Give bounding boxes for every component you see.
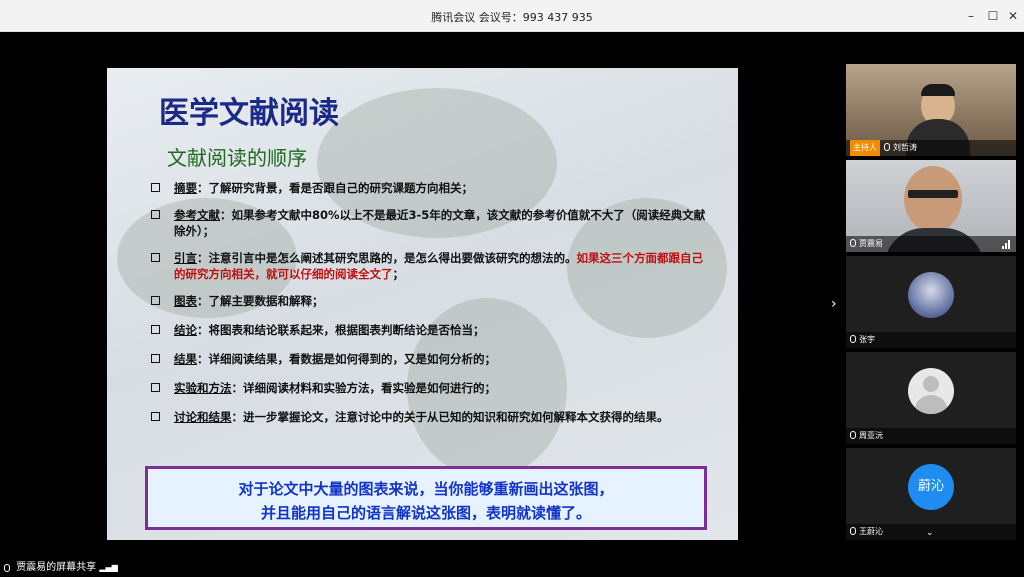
participant-name-bar: 主持人 刘哲涛 [846, 140, 1016, 156]
participant-tile[interactable]: 张宇 [846, 256, 1016, 348]
slide-callout-box: 对于论文中大量的图表来说，当你能够重新画出这张图， 并且能用自己的语言解说这张图… [145, 466, 707, 530]
close-icon[interactable]: ✕ [1002, 6, 1024, 26]
window-title: 腾讯会议 会议号：993 437 935 [431, 11, 593, 24]
screen-share-status: 贾震易的屏幕共享 [16, 562, 97, 573]
participant-panel: 主持人 刘哲涛 贾震易 张宇 周亚沅 蔚沁 王蔚沁 ⌄ [846, 64, 1016, 544]
slide-subtitle: 文献阅读的顺序 [167, 146, 307, 170]
microphone-icon [850, 335, 856, 343]
participant-name-bar: 张宇 [846, 332, 1016, 348]
title-bar: 腾讯会议 会议号：993 437 935 – ☐ ✕ [0, 0, 1024, 32]
meeting-window: 腾讯会议 会议号：993 437 935 – ☐ ✕ 医学文献阅读 文献阅读的顺… [0, 0, 1024, 576]
list-item: 引言：注意引言中是怎么阐述其研究思路的，是怎么得出要做该研究的想法的。如果这三个… [149, 250, 709, 282]
minimize-icon[interactable]: – [960, 6, 982, 26]
list-item: 结论：将图表和结论联系起来，根据图表判断结论是否恰当； [149, 322, 709, 338]
list-item: 实验和方法：详细阅读材料和实验方法，看实验是如何进行的； [149, 380, 709, 396]
list-item: 参考文献：如果参考文献中80%以上不是最近3-5年的文章，该文献的参考价值就不大… [149, 207, 709, 239]
slide-title: 医学文献阅读 [159, 96, 339, 131]
participant-name-bar: 周亚沅 [846, 428, 1016, 444]
participant-name-bar: 贾震易 [846, 236, 1016, 252]
collapse-panel-chevron-icon[interactable]: › [831, 296, 843, 312]
avatar: 蔚沁 [908, 464, 954, 510]
list-item: 结果：详细阅读结果，看数据是如何得到的，又是如何分析的； [149, 351, 709, 367]
signal-strength-icon: ▂▄▆ [99, 563, 118, 572]
avatar [908, 368, 954, 414]
checkbox-bullet-icon [151, 383, 160, 392]
signal-strength-icon [1002, 240, 1012, 249]
microphone-icon [850, 431, 856, 439]
list-item: 摘要：了解研究背景，看是否跟自己的研究课题方向相关； [149, 180, 709, 196]
microphone-icon [884, 143, 890, 151]
maximize-icon[interactable]: ☐ [982, 6, 1004, 26]
microphone-icon [4, 564, 10, 572]
checkbox-bullet-icon [151, 354, 160, 363]
participant-tile[interactable]: 周亚沅 [846, 352, 1016, 444]
status-bar: 贾震易的屏幕共享 ▂▄▆ [0, 560, 1024, 576]
callout-line: 对于论文中大量的图表来说，当你能够重新画出这张图， [238, 480, 614, 498]
checkbox-bullet-icon [151, 183, 160, 192]
host-badge: 主持人 [850, 140, 880, 156]
slide-bullet-list: 摘要：了解研究背景，看是否跟自己的研究课题方向相关； 参考文献：如果参考文献中8… [149, 180, 709, 425]
chevron-down-icon[interactable]: ⌄ [926, 528, 934, 538]
checkbox-bullet-icon [151, 296, 160, 305]
avatar [908, 272, 954, 318]
shared-slide: 医学文献阅读 文献阅读的顺序 摘要：了解研究背景，看是否跟自己的研究课题方向相关… [107, 68, 738, 540]
list-item: 讨论和结果：进一步掌握论文，注意讨论中的关于从已知的知识和研究如何解释本文获得的… [149, 409, 709, 425]
callout-line: 并且能用自己的语言解说这张图，表明就读懂了。 [260, 504, 591, 522]
microphone-icon [850, 527, 856, 535]
list-item: 图表：了解主要数据和解释； [149, 293, 709, 309]
checkbox-bullet-icon [151, 253, 160, 262]
participant-tile[interactable]: 主持人 刘哲涛 [846, 64, 1016, 156]
checkbox-bullet-icon [151, 210, 160, 219]
participant-tile[interactable]: 蔚沁 王蔚沁 ⌄ [846, 448, 1016, 540]
microphone-icon [850, 239, 856, 247]
checkbox-bullet-icon [151, 325, 160, 334]
checkbox-bullet-icon [151, 412, 160, 421]
participant-tile[interactable]: 贾震易 [846, 160, 1016, 252]
